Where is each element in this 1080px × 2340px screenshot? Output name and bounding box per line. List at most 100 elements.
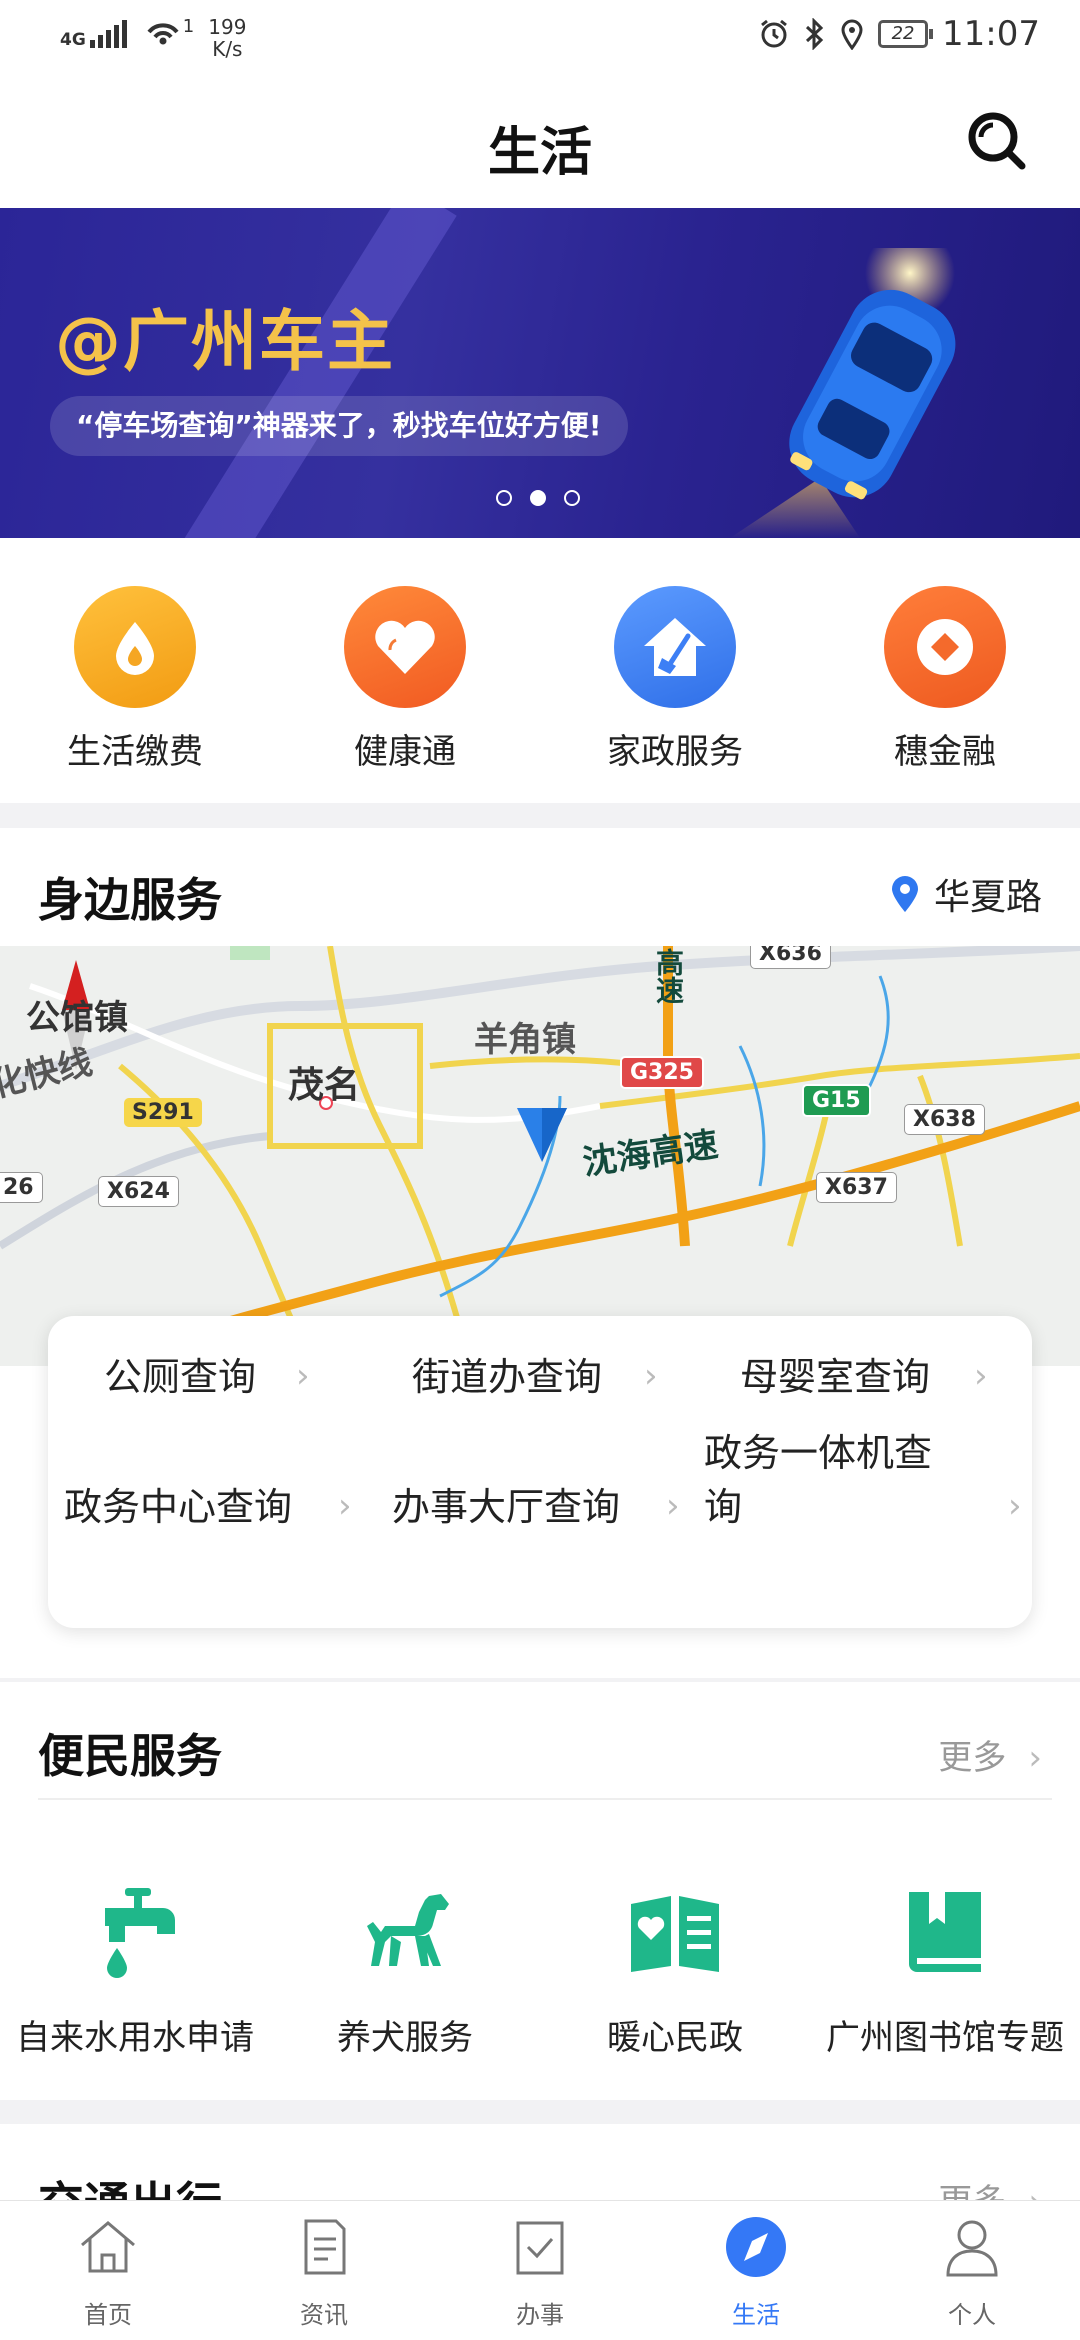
car-illustration [730,248,956,538]
chevron-right-icon: › [666,1486,680,1526]
road-tag: 26 [0,1172,43,1203]
location-icon [841,19,863,50]
map-view[interactable]: 公馆镇 茂名 羊角镇 沈海高速 化快线 高速 X636 S291 G325 G1… [0,946,1080,1366]
map-place-label: 公馆镇 [26,998,128,1038]
checklist-icon [516,2221,564,2275]
banner-pagination[interactable] [496,490,580,506]
more-link[interactable]: 更多 › [938,1730,1042,1779]
tab-label: 个人 [948,2301,996,2329]
road-tag: G325 [620,1056,704,1089]
speed-unit: K/s [212,37,243,61]
conv-label: 自来水用水申请 [16,2018,254,2058]
diamond-icon [884,586,1006,708]
service-nursing-room[interactable]: 母婴室查询 [740,1350,930,1404]
wifi-count: 1 [182,16,195,37]
search-icon [968,112,1026,170]
heart-book-icon [631,1896,719,1972]
service-government-center[interactable]: 政务中心查询 [64,1480,292,1534]
section-title: 身边服务 [38,873,222,927]
chevron-right-icon: › [1008,1486,1022,1526]
section-divider [38,1798,1052,1800]
home-icon [81,2221,135,2273]
nearby-query-card: 公厕查询 › 街道办查询 › 母婴室查询 › 政务中心查询 › 办事大厅查询 ›… [48,1316,1032,1628]
nearby-services-section: 身边服务 华夏路 公馆镇 茂名 羊角镇 沈海高速 化快线 高速 X636 S29… [0,828,1080,1678]
chevron-right-icon: › [296,1356,310,1396]
conv-label: 养犬服务 [337,2018,473,2058]
service-kiosk[interactable]: 政务一体机查询 [704,1426,964,1534]
road-tag: X637 [816,1172,897,1203]
faucet-icon [105,1888,175,1978]
search-button[interactable] [964,108,1028,172]
quick-item-bill-payment[interactable]: 生活缴费 [0,586,270,773]
conv-item-welfare[interactable]: 暖心民政 [540,1882,810,2059]
banner-title: @广州车主 [55,303,395,380]
map-place-label: 茂名 [288,1065,361,1106]
wifi-icon [145,16,181,46]
tab-profile[interactable]: 个人 [864,2215,1080,2330]
page-title: 生活 [487,123,592,183]
alarm-icon [761,19,787,48]
service-public-toilet[interactable]: 公厕查询 [104,1350,256,1404]
section-title: 交通出行 [38,2177,222,2204]
house-broom-icon [614,586,736,708]
quick-label: 健康通 [354,732,456,772]
section-title: 便民服务 [38,1729,222,1783]
conv-label: 广州图书馆专题 [826,2018,1064,2058]
network-type: 4G [60,30,86,50]
banner-dot-active[interactable] [530,490,546,506]
tab-affairs[interactable]: 办事 [432,2215,648,2330]
tab-label: 生活 [732,2301,780,2329]
chevron-right-icon: › [974,1356,988,1396]
banner-subtitle: “停车场查询”神器来了，秒找车位好方便! [50,396,628,456]
library-book-icon [909,1892,981,1972]
dog-icon [367,1894,449,1966]
convenience-services-section: 便民服务 更多 › 自来水用水申请 养犬服务 暖心民政 广州图书馆专题 [0,1682,1080,2100]
speed-value: 199 [208,15,247,39]
banner-dot[interactable] [564,490,580,506]
quick-item-health[interactable]: 健康通 [270,586,540,773]
quick-item-housekeeping[interactable]: 家政服务 [540,586,810,773]
current-location-arrow-icon [517,1108,567,1162]
tab-label: 首页 [84,2301,132,2329]
tab-news[interactable]: 资讯 [216,2215,432,2330]
quick-label: 家政服务 [607,732,743,772]
network-speed: 199 K/s [208,16,246,60]
conv-item-dog[interactable]: 养犬服务 [270,1882,540,2059]
tab-life[interactable]: 生活 [648,2215,864,2330]
battery-indicator: 22 [878,20,934,48]
road-tag: X624 [98,1176,179,1207]
status-right: 22 11:07 [758,14,1040,54]
more-label: 更多 [938,1738,1007,1778]
chevron-right-icon: › [338,1486,352,1526]
person-icon [946,2220,998,2277]
map-place-label: 羊角镇 [474,1020,576,1060]
conv-item-water[interactable]: 自来水用水申请 [0,1882,270,2059]
service-street-office[interactable]: 街道办查询 [412,1350,602,1404]
status-time: 11:07 [942,14,1040,54]
heart-icon [344,586,466,708]
status-left: 4G 1 199 K/s [60,16,246,60]
service-service-hall[interactable]: 办事大厅查询 [392,1480,620,1534]
chevron-right-icon: › [1028,1738,1042,1778]
promo-banner[interactable]: @广州车主 “停车场查询”神器来了，秒找车位好方便! [0,208,1080,538]
conv-item-library[interactable]: 广州图书馆专题 [810,1882,1080,2059]
location-pin-icon [891,876,918,912]
cellular-signal-icon: 4G [60,16,127,50]
location-selector[interactable]: 华夏路 [890,868,1042,920]
road-tag: X638 [904,1104,985,1135]
location-name: 华夏路 [933,877,1042,918]
app-header: 生活 [0,78,1080,208]
tab-label: 资讯 [300,2301,348,2329]
quick-item-finance[interactable]: 穗金融 [810,586,1080,773]
road-tag: X636 [750,946,831,969]
bottom-tab-bar: 首页 资讯 办事 生活 个人 [0,2200,1080,2340]
banner-dot[interactable] [496,490,512,506]
status-bar: 4G 1 199 K/s 22 11:07 [0,0,1080,78]
road-tag: G15 [802,1084,871,1117]
tab-home[interactable]: 首页 [0,2215,216,2330]
quick-label: 生活缴费 [67,732,203,772]
road-tag: S291 [124,1098,202,1127]
compass-icon [726,2217,786,2277]
bill-payment-icon [74,586,196,708]
tab-label: 办事 [516,2301,564,2329]
